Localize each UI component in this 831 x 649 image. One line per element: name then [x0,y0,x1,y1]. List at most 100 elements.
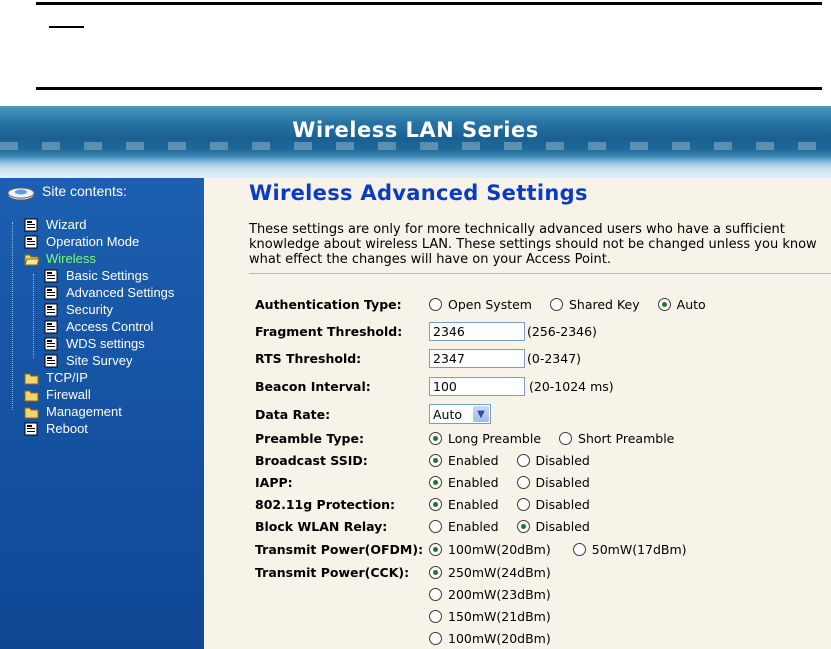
option-label: 200mW(23dBm) [448,586,551,602]
cck-150mw-radio[interactable]: 150mW(21dBm) [429,609,551,624]
preamble-long-radio[interactable]: Long Preamble [429,431,541,446]
field-label: Fragment Threshold: [255,323,403,339]
iapp-disabled-radio[interactable]: Disabled [516,474,590,490]
radio-icon [429,631,442,645]
beacon-interval-input[interactable] [429,376,525,396]
cck-option-row: 200mW(23dBm) [429,584,569,604]
auth-auto-radio[interactable]: Auto [657,297,706,312]
nav-item-security[interactable]: Security [44,301,113,318]
data-rate-row: Data Rate: Auto ▼ [255,404,491,424]
site-contents-label: Site contents: [42,183,127,199]
page-icon [44,320,58,333]
folder-icon [24,407,39,418]
document-bottom-rule [36,87,822,90]
nav-item-management[interactable]: Management [24,403,122,420]
cck-200mw-radio[interactable]: 200mW(23dBm) [429,587,551,602]
protection-disabled-radio[interactable]: Disabled [516,497,590,512]
nav-item-operation-mode[interactable]: Operation Mode [24,233,139,250]
page-icon [24,235,38,248]
page-description: These settings are only for more technic… [249,222,817,267]
radio-icon [516,453,530,467]
tree-line [12,222,13,410]
nav-item-site-survey[interactable]: Site Survey [44,352,132,369]
iapp-row: IAPP: Enabled Disabled [255,472,608,492]
fragment-threshold-input[interactable] [429,321,525,341]
field-label: Beacon Interval: [255,378,371,394]
router-admin-screenshot: Wireless LAN Series Site contents: Wizar… [0,106,831,649]
option-label: 100mW(20dBm) [448,541,551,557]
nav-item-tcpip[interactable]: TCP/IP [24,369,88,386]
rts-threshold-row: RTS Threshold: (0-2347) [255,348,581,368]
field-label: RTS Threshold: [255,350,362,366]
option-label: Enabled [448,452,499,468]
cck-250mw-radio[interactable]: 250mW(24dBm) [429,565,551,580]
relay-disabled-radio[interactable]: Disabled [516,518,590,534]
radio-icon [516,475,530,489]
iapp-enabled-radio[interactable]: Enabled [429,475,499,490]
nav-item-firewall[interactable]: Firewall [24,386,91,403]
page-icon [24,218,38,231]
data-rate-select[interactable]: Auto ▼ [429,404,491,424]
g-protection-row: 802.11g Protection: Enabled Disabled [255,494,608,514]
nav-label: Access Control [66,319,154,334]
broadcast-disabled-radio[interactable]: Disabled [516,452,590,468]
banner-decoration [0,142,831,150]
cck-option-row: 100mW(20dBm) [429,628,569,648]
field-label: Broadcast SSID: [255,452,368,468]
radio-icon [549,297,563,311]
option-label: Enabled [448,474,499,490]
authentication-type-row: Authentication Type: Open System Shared … [255,294,724,314]
broadcast-enabled-radio[interactable]: Enabled [429,453,499,468]
page-icon [44,354,58,367]
option-label: Disabled [535,452,590,468]
radio-selected-icon [429,542,442,556]
nav-label: TCP/IP [46,370,88,385]
block-wlan-relay-row: Block WLAN Relay: Enabled Disabled [255,516,608,536]
cck-100mw-radio[interactable]: 100mW(20dBm) [429,631,551,646]
field-label: IAPP: [255,474,293,490]
radio-selected-icon [657,297,671,311]
nav-label: Site Survey [66,353,133,368]
field-label: Block WLAN Relay: [255,518,388,534]
ofdm-50mw-radio[interactable]: 50mW(17dBm) [572,541,687,557]
auth-shared-key-radio[interactable]: Shared Key [549,297,640,312]
auth-open-system-radio[interactable]: Open System [429,297,532,312]
field-label: Authentication Type: [255,296,402,312]
option-label: 50mW(17dBm) [591,541,687,557]
radio-selected-icon [516,519,530,533]
page-title: Wireless Advanced Settings [249,181,588,205]
option-label: Enabled [448,518,499,534]
folder-icon [24,390,39,401]
nav-label: Wizard [46,217,87,232]
cck-option-row: 150mW(21dBm) [429,606,569,626]
nav-item-wireless[interactable]: Wireless [24,250,96,267]
nav-item-basic-settings[interactable]: Basic Settings [44,267,148,284]
field-label: Data Rate: [255,406,331,422]
page-icon [44,286,58,299]
option-label: Disabled [535,518,590,534]
site-contents-header: Site contents: [6,183,127,202]
relay-enabled-radio[interactable]: Enabled [429,519,499,534]
nav-item-advanced-settings[interactable]: Advanced Settings [44,284,174,301]
option-label: Enabled [448,496,499,512]
option-label: Disabled [535,474,590,490]
open-folder-icon [24,254,40,265]
radio-icon [516,497,530,511]
range-hint: (256-2346) [527,323,597,339]
field-label: Transmit Power(OFDM): [255,541,424,557]
preamble-short-radio[interactable]: Short Preamble [559,431,674,446]
nav-item-wds-settings[interactable]: WDS settings [44,335,145,352]
rts-threshold-input[interactable] [429,348,525,368]
nav-label: Operation Mode [46,234,140,249]
chevron-down-icon[interactable]: ▼ [473,406,489,422]
nav-label: Reboot [46,421,88,436]
radio-selected-icon [429,431,442,445]
nav-item-access-control[interactable]: Access Control [44,318,153,335]
radio-icon [572,542,586,556]
ofdm-100mw-radio[interactable]: 100mW(20dBm) [429,542,551,557]
nav-item-reboot[interactable]: Reboot [24,420,88,437]
page-icon [44,303,58,316]
nav-item-wizard[interactable]: Wizard [24,216,86,233]
transmit-power-ofdm-row: Transmit Power(OFDM): 100mW(20dBm) 50mW(… [255,539,705,559]
protection-enabled-radio[interactable]: Enabled [429,497,499,512]
